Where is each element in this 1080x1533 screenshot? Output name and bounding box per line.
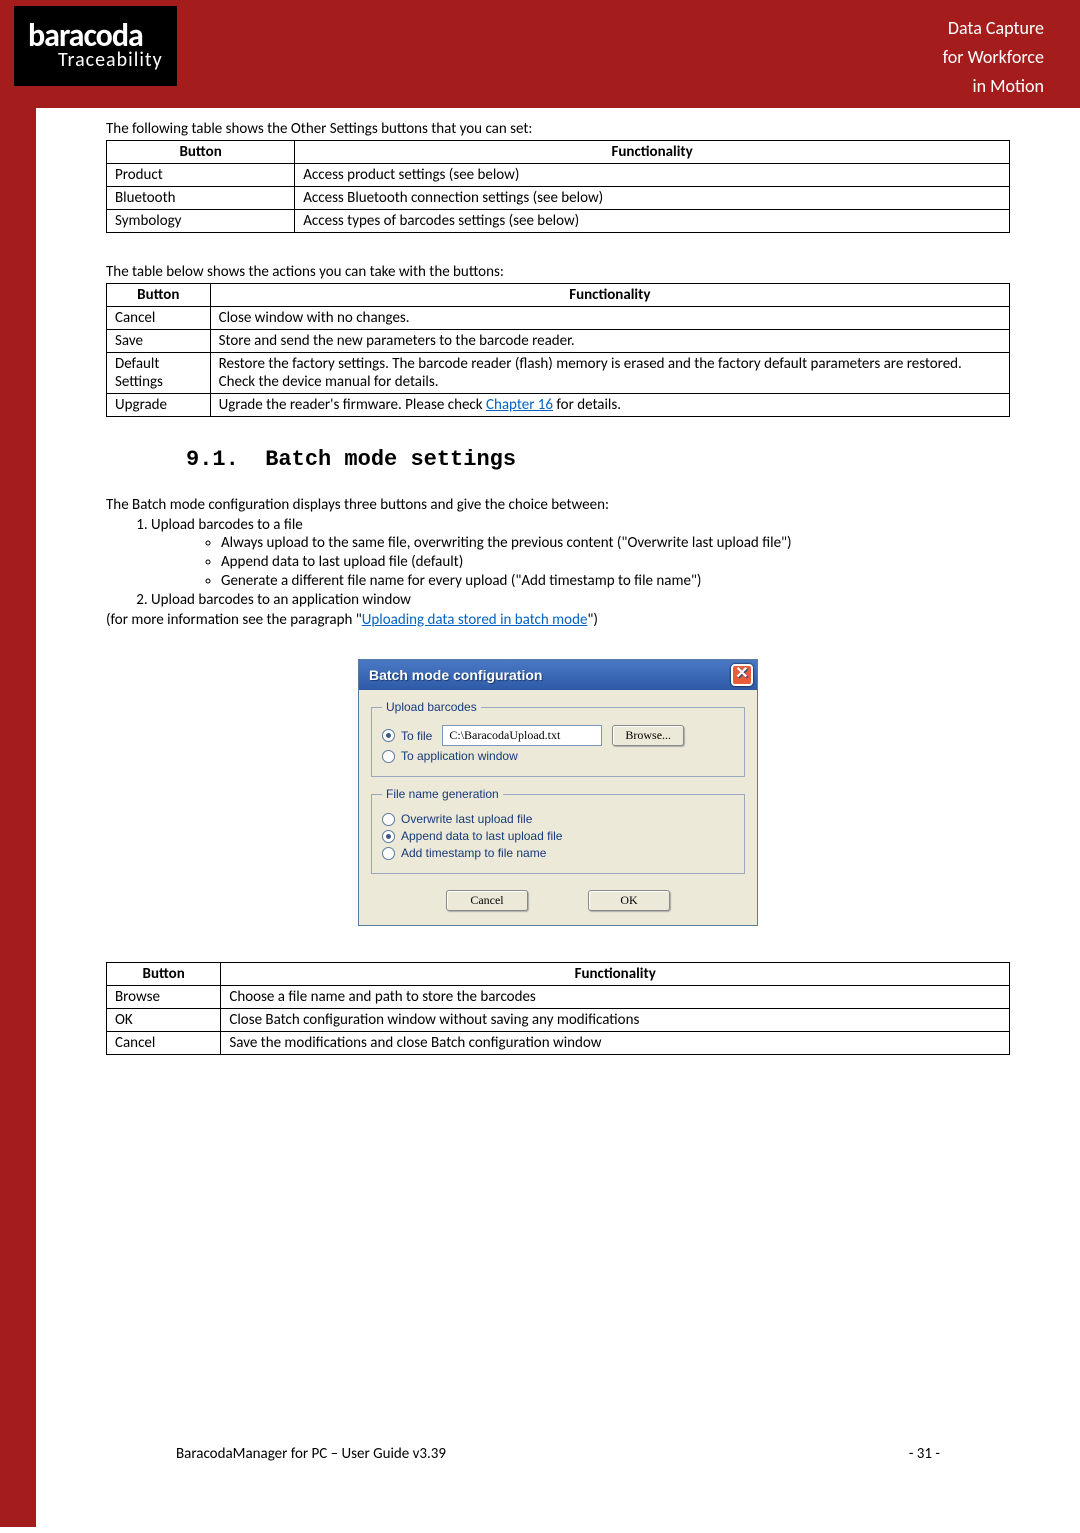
- footer-page-number: - 31 -: [909, 1445, 940, 1463]
- tagline-2: for Workforce: [943, 43, 1044, 72]
- row-to-file: To file C:\BaracodaUpload.txt Browse...: [382, 725, 734, 746]
- cell-button: Cancel: [107, 1032, 221, 1055]
- cell-func: Access Bluetooth connection settings (se…: [295, 187, 1010, 210]
- left-red-bar: [0, 108, 36, 1527]
- cell-button: Default Settings: [107, 353, 211, 394]
- cell-func: Ugrade the reader's firmware. Please che…: [210, 394, 1009, 417]
- ok-button[interactable]: OK: [588, 890, 670, 911]
- section-number: 9.1.: [186, 447, 239, 472]
- radio-to-app[interactable]: [382, 750, 395, 763]
- table-header-functionality: Functionality: [295, 141, 1010, 164]
- table-row: OK Close Batch configuration window with…: [107, 1009, 1010, 1032]
- table-header-button: Button: [107, 284, 211, 307]
- radio-to-file[interactable]: [382, 729, 395, 742]
- dialog-body: Upload barcodes To file C:\BaracodaUploa…: [359, 690, 757, 925]
- section-heading: 9.1. Batch mode settings: [186, 447, 1010, 472]
- table-row: Upgrade Ugrade the reader's firmware. Pl…: [107, 394, 1010, 417]
- page-header: baracoda Traceability Data Capture for W…: [0, 0, 1080, 108]
- cell-func: Restore the factory settings. The barcod…: [210, 353, 1009, 394]
- table-row: Cancel Save the modifications and close …: [107, 1032, 1010, 1055]
- page-content: The following table shows the Other Sett…: [36, 108, 1080, 1533]
- cell-button: Cancel: [107, 307, 211, 330]
- browse-button[interactable]: Browse...: [612, 725, 684, 746]
- text: Ugrade the reader's firmware. Please che…: [219, 396, 486, 414]
- cell-func: Access product settings (see below): [295, 164, 1010, 187]
- paragraph: (for more information see the paragraph …: [106, 611, 1010, 629]
- row-to-app: To application window: [382, 749, 734, 763]
- list-item: Append data to last upload file (default…: [221, 553, 1010, 571]
- list-text: Upload barcodes to a file: [151, 516, 303, 534]
- table-row: Symbology Access types of barcodes setti…: [107, 210, 1010, 233]
- radio-append[interactable]: [382, 830, 395, 843]
- tagline-1: Data Capture: [943, 14, 1044, 43]
- group-legend: Upload barcodes: [382, 700, 481, 714]
- list-item: Always upload to the same file, overwrit…: [221, 534, 1010, 552]
- dialog-actions: Cancel OK: [371, 884, 745, 911]
- intro-text-1: The following table shows the Other Sett…: [106, 120, 1010, 138]
- cell-button: Product: [107, 164, 295, 187]
- upload-barcodes-group: Upload barcodes To file C:\BaracodaUploa…: [371, 700, 745, 777]
- radio-overwrite[interactable]: [382, 813, 395, 826]
- text: "): [587, 611, 598, 629]
- radio-label: To application window: [401, 749, 518, 763]
- radio-label: Overwrite last upload file: [401, 812, 532, 826]
- uploading-data-link[interactable]: Uploading data stored in batch mode: [362, 611, 588, 629]
- paragraph: The Batch mode configuration displays th…: [106, 496, 1010, 514]
- cancel-button[interactable]: Cancel: [446, 890, 528, 911]
- logo-subtitle: Traceability: [58, 50, 163, 70]
- table-row: Save Store and send the new parameters t…: [107, 330, 1010, 353]
- filename-gen-group: File name generation Overwrite last uplo…: [371, 787, 745, 874]
- cell-button: Bluetooth: [107, 187, 295, 210]
- tagline-3: in Motion: [943, 72, 1044, 101]
- text: (for more information see the paragraph …: [106, 611, 362, 629]
- list-item: Upload barcodes to a file Always upload …: [151, 516, 1010, 590]
- radio-label: To file: [401, 729, 432, 743]
- table-header-button: Button: [107, 963, 221, 986]
- table-header-button: Button: [107, 141, 295, 164]
- table-row: Product Access product settings (see bel…: [107, 164, 1010, 187]
- cell-func: Access types of barcodes settings (see b…: [295, 210, 1010, 233]
- intro-text-2: The table below shows the actions you ca…: [106, 263, 1010, 281]
- radio-label: Add timestamp to file name: [401, 846, 546, 860]
- group-legend: File name generation: [382, 787, 503, 801]
- chapter-16-link[interactable]: Chapter 16: [486, 396, 553, 414]
- close-icon[interactable]: ✕: [731, 664, 753, 686]
- cell-func: Close Batch configuration window without…: [221, 1009, 1010, 1032]
- radio-timestamp[interactable]: [382, 847, 395, 860]
- header-tagline: Data Capture for Workforce in Motion: [943, 0, 1080, 108]
- dialog-title-text: Batch mode configuration: [369, 667, 542, 683]
- text: for details.: [553, 396, 621, 414]
- cell-button: Symbology: [107, 210, 295, 233]
- table-row: Browse Choose a file name and path to st…: [107, 986, 1010, 1009]
- cell-button: OK: [107, 1009, 221, 1032]
- numbered-list: Upload barcodes to a file Always upload …: [151, 516, 1010, 609]
- cell-button: Save: [107, 330, 211, 353]
- footer-left: BaracodaManager for PC – User Guide v3.3…: [176, 1445, 446, 1463]
- other-settings-table: Button Functionality Product Access prod…: [106, 140, 1010, 233]
- cell-button: Browse: [107, 986, 221, 1009]
- table-row: Cancel Close window with no changes.: [107, 307, 1010, 330]
- logo: baracoda Traceability: [14, 6, 177, 86]
- page-footer: BaracodaManager for PC – User Guide v3.3…: [106, 1435, 1010, 1493]
- dialog-titlebar: Batch mode configuration ✕: [359, 660, 757, 690]
- section-title-text: Batch mode settings: [265, 447, 516, 472]
- table-header-functionality: Functionality: [210, 284, 1009, 307]
- dialog-screenshot: Batch mode configuration ✕ Upload barcod…: [106, 659, 1010, 926]
- table-row: Bluetooth Access Bluetooth connection se…: [107, 187, 1010, 210]
- actions-table: Button Functionality Cancel Close window…: [106, 283, 1010, 417]
- table-header-functionality: Functionality: [221, 963, 1010, 986]
- batch-mode-dialog: Batch mode configuration ✕ Upload barcod…: [358, 659, 758, 926]
- cell-func: Save the modifications and close Batch c…: [221, 1032, 1010, 1055]
- sublist: Always upload to the same file, overwrit…: [221, 534, 1010, 590]
- list-item: Generate a different file name for every…: [221, 572, 1010, 590]
- table-row: Default Settings Restore the factory set…: [107, 353, 1010, 394]
- cell-func: Close window with no changes.: [210, 307, 1009, 330]
- cell-func: Choose a file name and path to store the…: [221, 986, 1010, 1009]
- list-item: Upload barcodes to an application window: [151, 591, 1010, 609]
- cell-func: Store and send the new parameters to the…: [210, 330, 1009, 353]
- batch-buttons-table: Button Functionality Browse Choose a fil…: [106, 962, 1010, 1055]
- radio-label: Append data to last upload file: [401, 829, 562, 843]
- cell-button: Upgrade: [107, 394, 211, 417]
- file-path-input[interactable]: C:\BaracodaUpload.txt: [442, 725, 602, 746]
